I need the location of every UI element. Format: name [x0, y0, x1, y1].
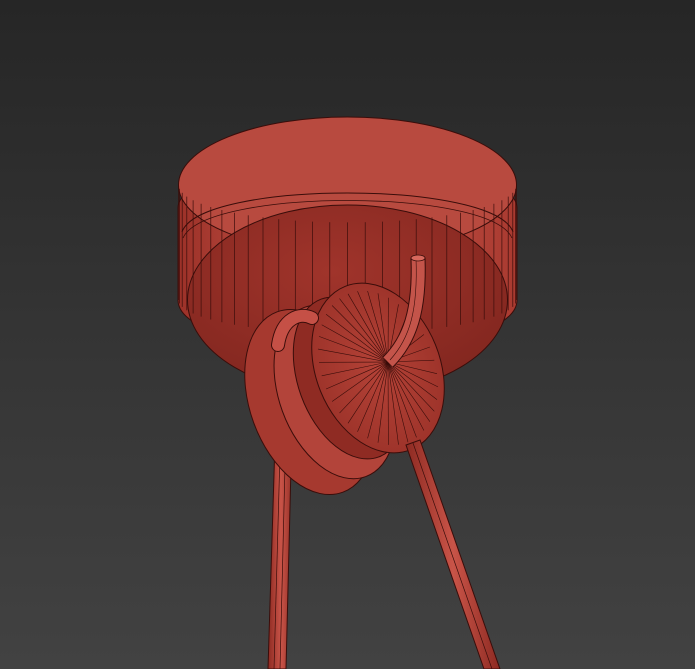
right-cord — [405, 439, 501, 669]
ceiling-rose-model — [177, 116, 518, 669]
viewport-3d — [0, 0, 695, 669]
